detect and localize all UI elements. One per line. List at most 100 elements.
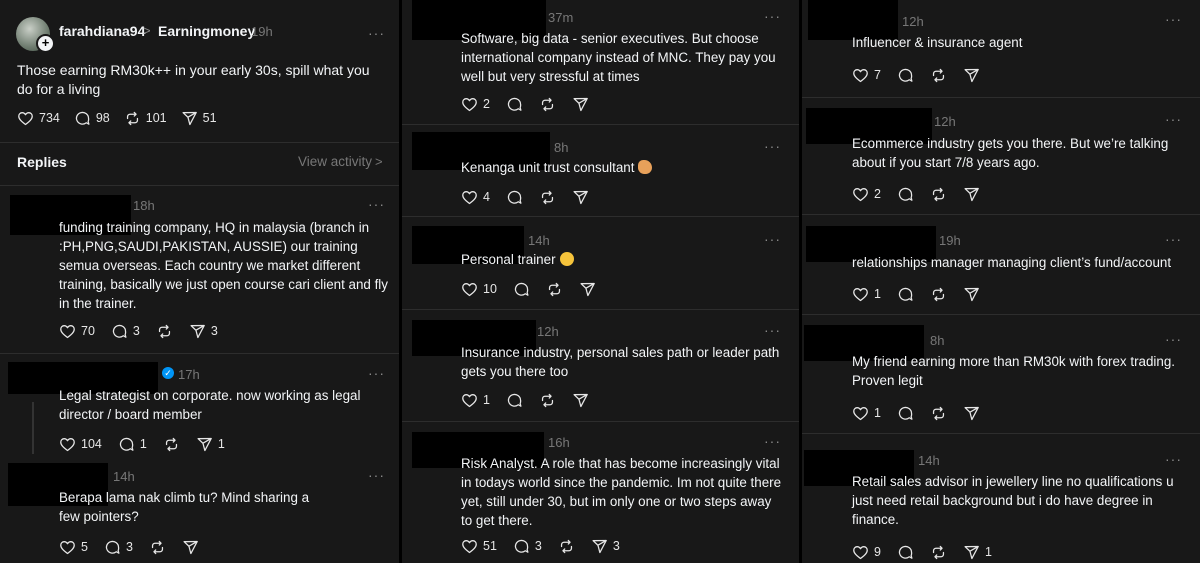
more-icon[interactable]: ···	[1165, 232, 1182, 246]
comment-button[interactable]	[897, 65, 914, 85]
like-button[interactable]: 1	[852, 284, 881, 304]
repost-button[interactable]	[930, 542, 947, 562]
heart-icon	[852, 286, 869, 303]
share-icon	[196, 436, 213, 453]
add-follow-icon[interactable]: +	[36, 34, 55, 53]
share-icon	[181, 110, 198, 127]
more-icon[interactable]: ···	[368, 366, 385, 380]
reply-time: 16h	[548, 435, 570, 450]
thread-column-1: + farahdiana94 > Earningmoney 19h ··· Th…	[0, 0, 399, 563]
share-button[interactable]: 3	[591, 536, 620, 556]
comment-button[interactable]	[513, 279, 530, 299]
repost-button[interactable]	[930, 284, 947, 304]
comment-button[interactable]: 3	[513, 536, 542, 556]
share-button[interactable]: 51	[181, 108, 217, 128]
like-button[interactable]: 734	[17, 108, 60, 128]
more-icon[interactable]: ···	[1165, 12, 1182, 26]
share-button[interactable]: 1	[196, 434, 225, 454]
more-icon[interactable]: ···	[1165, 332, 1182, 346]
share-button[interactable]	[572, 94, 589, 114]
comment-button[interactable]	[506, 94, 523, 114]
heart-icon	[461, 538, 478, 555]
repost-icon	[930, 544, 947, 561]
more-icon[interactable]: ···	[764, 323, 781, 337]
share-icon	[963, 186, 980, 203]
like-button[interactable]: 1	[461, 390, 490, 410]
share-button[interactable]	[579, 279, 596, 299]
repost-button[interactable]	[539, 94, 556, 114]
reply-actions: 2	[852, 184, 996, 204]
comment-button[interactable]: 98	[74, 108, 110, 128]
share-button[interactable]	[963, 284, 980, 304]
like-button[interactable]: 5	[59, 537, 88, 557]
thread-column-2: 37m ··· Software, big data - senior exec…	[402, 0, 799, 563]
comment-button[interactable]	[897, 184, 914, 204]
heart-icon	[461, 189, 478, 206]
more-icon[interactable]: ···	[764, 139, 781, 153]
more-icon[interactable]: ···	[764, 434, 781, 448]
more-icon[interactable]: ···	[1165, 112, 1182, 126]
comment-button[interactable]	[897, 284, 914, 304]
like-button[interactable]: 2	[461, 94, 490, 114]
community-name[interactable]: Earningmoney	[158, 23, 255, 39]
comment-button[interactable]	[506, 390, 523, 410]
comment-button[interactable]: 3	[111, 321, 140, 341]
like-button[interactable]: 10	[461, 279, 497, 299]
like-button[interactable]: 4	[461, 187, 490, 207]
like-button[interactable]: 2	[852, 184, 881, 204]
repost-button[interactable]: 101	[124, 108, 167, 128]
like-button[interactable]: 70	[59, 321, 95, 341]
repost-icon	[558, 538, 575, 555]
more-icon[interactable]: ···	[1165, 452, 1182, 466]
repost-button[interactable]	[539, 187, 556, 207]
repost-button[interactable]	[930, 403, 947, 423]
repost-button[interactable]	[558, 536, 575, 556]
like-button[interactable]: 1	[852, 403, 881, 423]
reply-time: 8h	[930, 333, 945, 348]
share-button[interactable]	[963, 403, 980, 423]
comment-button[interactable]	[897, 542, 914, 562]
like-button[interactable]: 51	[461, 536, 497, 556]
share-button[interactable]: 3	[189, 321, 218, 341]
heart-icon	[852, 186, 869, 203]
thread-column-3: 12h ··· Influencer & insurance agent 7 1…	[802, 0, 1200, 563]
comment-button[interactable]	[897, 403, 914, 423]
more-icon[interactable]: ···	[368, 468, 385, 482]
repost-button[interactable]	[930, 184, 947, 204]
reply-actions: 2	[461, 94, 605, 114]
more-icon[interactable]: ···	[368, 197, 385, 211]
repost-button[interactable]	[156, 321, 173, 341]
view-activity-link[interactable]: View activity	[298, 154, 372, 169]
share-button[interactable]	[572, 390, 589, 410]
like-button[interactable]: 7	[852, 65, 881, 85]
repost-icon	[156, 323, 173, 340]
share-button[interactable]: 1	[963, 542, 992, 562]
comment-button[interactable]: 1	[118, 434, 147, 454]
heart-icon	[852, 67, 869, 84]
chevron-right-icon: >	[143, 23, 151, 38]
like-button[interactable]: 104	[59, 434, 102, 454]
more-icon[interactable]: ···	[368, 26, 385, 40]
repost-button[interactable]	[163, 434, 180, 454]
repost-button[interactable]	[546, 279, 563, 299]
reply-text: Retail sales advisor in jewellery line n…	[852, 474, 1174, 527]
more-icon[interactable]: ···	[764, 232, 781, 246]
share-button[interactable]	[963, 184, 980, 204]
reply-time: 14h	[113, 469, 135, 484]
more-icon[interactable]: ···	[764, 9, 781, 23]
share-button[interactable]	[963, 65, 980, 85]
like-button[interactable]: 9	[852, 542, 881, 562]
share-button[interactable]	[572, 187, 589, 207]
heart-icon	[852, 544, 869, 561]
comment-button[interactable]	[506, 187, 523, 207]
repost-button[interactable]	[930, 65, 947, 85]
repost-button[interactable]	[539, 390, 556, 410]
comment-icon	[104, 539, 121, 556]
post-username[interactable]: farahdiana94	[59, 23, 145, 39]
comment-icon	[897, 286, 914, 303]
comment-button[interactable]: 3	[104, 537, 133, 557]
repost-button[interactable]	[149, 537, 166, 557]
flexed-biceps-emoji	[638, 160, 653, 174]
share-button[interactable]	[182, 537, 199, 557]
main-post: + farahdiana94 > Earningmoney 19h ··· Th…	[0, 0, 399, 142]
